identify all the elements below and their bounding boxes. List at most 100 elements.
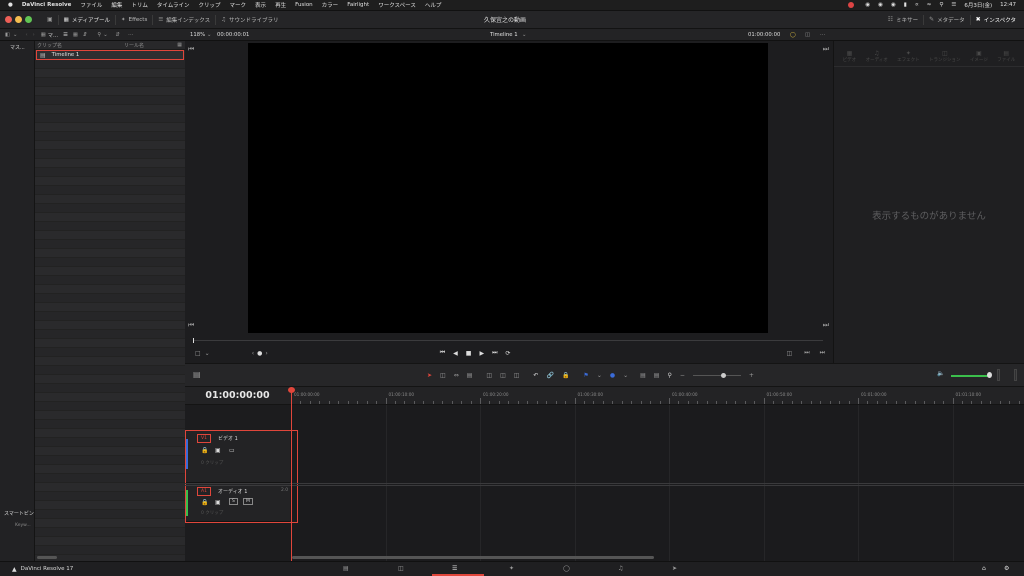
master-bin[interactable]: マス... bbox=[0, 41, 34, 51]
viewer-mode-icon[interactable]: □ bbox=[195, 350, 201, 357]
go-to-end-icon[interactable]: ⏭ bbox=[492, 349, 497, 357]
zoom-slider[interactable] bbox=[692, 372, 741, 378]
blade-tool-icon[interactable]: ▤ bbox=[467, 372, 473, 379]
column-clip-name[interactable]: クリップ名 bbox=[37, 42, 62, 49]
chevron-down-icon[interactable]: ⌄ bbox=[207, 32, 211, 38]
column-options-icon[interactable]: ▦ bbox=[177, 42, 182, 48]
zoom-detail-icon[interactable]: ▤ bbox=[654, 372, 660, 379]
tab-video[interactable]: ▦ ビデオ bbox=[843, 50, 857, 63]
menu-fusion[interactable]: Fusion bbox=[295, 2, 313, 8]
selection-tool-icon[interactable]: ➤ bbox=[427, 372, 432, 379]
last-frame-icon[interactable]: ⏭ bbox=[820, 349, 825, 357]
status-icon-red[interactable] bbox=[848, 2, 855, 8]
apple-icon[interactable]: ● bbox=[8, 2, 13, 8]
scrubber-handle[interactable] bbox=[193, 338, 194, 343]
menu-playback[interactable]: 再生 bbox=[275, 1, 286, 9]
search-icon[interactable]: ⚲ bbox=[939, 2, 943, 8]
status-icon-2[interactable]: ◉ bbox=[878, 2, 883, 8]
chevron-down-icon[interactable]: ⌄ bbox=[205, 350, 210, 357]
zoom-out-icon[interactable]: − bbox=[680, 372, 685, 379]
tab-image[interactable]: ▣ イメージ bbox=[970, 50, 988, 63]
position-lock-icon[interactable]: 🔒 bbox=[562, 372, 569, 379]
cut-page-icon[interactable]: ◫ bbox=[398, 565, 404, 572]
metadata-button[interactable]: メタデータ bbox=[937, 16, 965, 24]
status-icon-1[interactable]: ◉ bbox=[865, 2, 870, 8]
volume-slider-thumb[interactable] bbox=[987, 372, 992, 378]
play-reverse-icon[interactable]: ◀ bbox=[453, 350, 458, 357]
time-text[interactable]: 12:47 bbox=[1000, 2, 1016, 8]
snapping-icon[interactable]: ↶ bbox=[533, 372, 538, 379]
horizontal-scrollbar[interactable] bbox=[37, 556, 57, 559]
playhead-line[interactable] bbox=[291, 391, 292, 561]
chevron-down-icon[interactable]: ⌄ bbox=[13, 32, 17, 38]
smart-bins-header[interactable]: スマートビン bbox=[4, 510, 39, 517]
volume-slider[interactable] bbox=[951, 375, 989, 377]
tab-audio[interactable]: ♫ オーディオ bbox=[866, 50, 888, 63]
overwrite-clip-icon[interactable]: ◫ bbox=[500, 372, 506, 379]
keywords-bin[interactable]: Keyw... bbox=[15, 523, 31, 528]
prev-edit-icon[interactable]: ⏮ bbox=[188, 321, 194, 330]
match-frame-icon[interactable]: ◫ bbox=[787, 350, 793, 357]
edit-page-tab[interactable]: ☰ bbox=[432, 562, 484, 576]
insert-clip-icon[interactable]: ◫ bbox=[486, 372, 492, 379]
tab-file[interactable]: ▤ ファイル bbox=[997, 50, 1015, 63]
minimize-window-button[interactable] bbox=[15, 16, 22, 23]
list-view-icon[interactable]: ☰ bbox=[63, 32, 68, 38]
flag-icon[interactable]: ⚑ bbox=[583, 372, 588, 379]
replace-clip-icon[interactable]: ◫ bbox=[514, 372, 520, 379]
menu-help[interactable]: ヘルプ bbox=[425, 1, 442, 9]
playhead-dot-icon[interactable]: ● bbox=[257, 350, 262, 357]
dynamic-trim-icon[interactable]: ⇔ bbox=[454, 372, 459, 379]
volume-icon[interactable]: 🔈 bbox=[937, 370, 944, 377]
scope-icon[interactable]: ◯ bbox=[790, 32, 796, 38]
menu-fairlight[interactable]: Fairlight bbox=[347, 2, 369, 8]
zoom-full-icon[interactable]: ▤ bbox=[640, 372, 646, 379]
menu-workspace[interactable]: ワークスペース bbox=[378, 1, 416, 9]
timeline-ruler[interactable]: 01:00:00:00 01:00:10:00 01:00:20:00 01:00:3… bbox=[290, 387, 1024, 405]
sort-icon[interactable]: ⇵ bbox=[83, 32, 87, 38]
timeline-clip-row[interactable]: ▤ Timeline 1 bbox=[36, 50, 184, 60]
more-icon[interactable]: ⋯ bbox=[128, 32, 133, 38]
next-clip-icon[interactable]: ⏭ bbox=[804, 349, 809, 357]
menu-clip[interactable]: クリップ bbox=[199, 1, 221, 9]
grid-view-icon[interactable]: ▦ bbox=[73, 32, 78, 38]
search-icon[interactable]: ⚲ bbox=[97, 32, 101, 38]
menu-timeline[interactable]: タイムライン bbox=[157, 1, 190, 9]
effects-button[interactable]: ✦ Effects bbox=[121, 17, 147, 23]
sort-order-icon[interactable]: ⇵ bbox=[116, 32, 120, 38]
forward-icon[interactable]: › bbox=[33, 32, 35, 38]
chevron-down-icon[interactable]: ⌄ bbox=[597, 372, 602, 379]
tab-effects[interactable]: ✦ エフェクト bbox=[897, 50, 920, 63]
menu-trim[interactable]: トリム bbox=[131, 1, 148, 9]
prev-edit-icon[interactable]: ⏮ bbox=[188, 45, 194, 54]
battery-icon[interactable]: ▮ bbox=[904, 2, 907, 8]
wifi-icon[interactable]: ≈ bbox=[927, 2, 932, 8]
chevron-down-icon[interactable]: ⌄ bbox=[623, 372, 628, 379]
monitor-icon[interactable]: ▣ bbox=[47, 16, 53, 23]
inspector-button[interactable]: インスペクタ bbox=[984, 16, 1016, 24]
loop-icon[interactable]: ⟳ bbox=[506, 350, 511, 357]
menu-color[interactable]: カラー bbox=[322, 1, 339, 9]
fairlight-page-icon[interactable]: ♫ bbox=[618, 565, 623, 572]
color-page-icon[interactable]: ◯ bbox=[563, 565, 570, 572]
marker-icon[interactable]: ● bbox=[610, 372, 615, 379]
next-frame-small-icon[interactable]: › bbox=[265, 350, 267, 357]
back-icon[interactable]: ‹ bbox=[25, 32, 27, 38]
gear-icon[interactable]: ⚙ bbox=[1004, 565, 1009, 572]
home-icon[interactable]: ⌂ bbox=[982, 565, 986, 572]
go-to-start-icon[interactable]: ⏮ bbox=[440, 349, 445, 357]
menu-mark[interactable]: マーク bbox=[230, 1, 247, 9]
viewer-zoom[interactable]: 118% bbox=[190, 32, 205, 38]
status-icon-3[interactable]: ◉ bbox=[891, 2, 896, 8]
chevron-down-icon[interactable]: ⌄ bbox=[522, 32, 526, 38]
zoom-window-button[interactable] bbox=[25, 16, 32, 23]
play-icon[interactable]: ▶ bbox=[479, 350, 484, 357]
next-edit-icon[interactable]: ⏭ bbox=[823, 321, 829, 330]
sound-library-button[interactable]: ♫ サウンドライブラリ bbox=[221, 16, 278, 24]
sidebar-toggle-icon[interactable]: ◧ bbox=[5, 32, 10, 38]
trim-tool-icon[interactable]: ◫ bbox=[440, 372, 446, 379]
zoom-custom-icon[interactable]: ⚲ bbox=[667, 372, 671, 379]
app-menu[interactable]: DaVinci Resolve bbox=[22, 2, 72, 8]
prev-frame-small-icon[interactable]: ‹ bbox=[252, 350, 254, 357]
playhead-handle[interactable] bbox=[288, 387, 295, 393]
